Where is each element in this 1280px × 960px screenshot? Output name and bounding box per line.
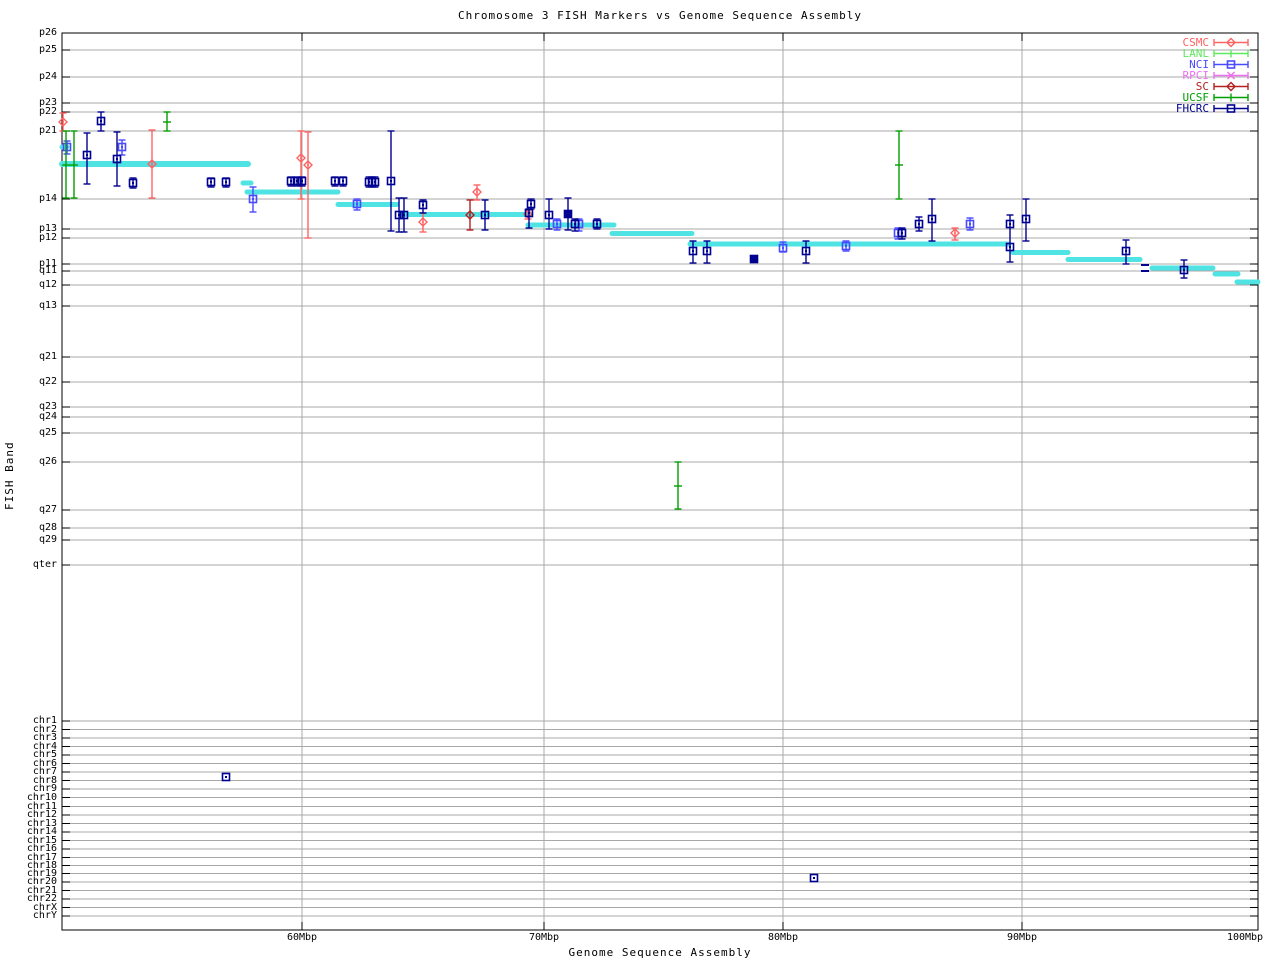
x-tick-label-70Mbp: 70Mbp <box>528 932 560 943</box>
legend-marker-rpci <box>1213 71 1249 80</box>
data-point-fhcrc-29-dot <box>901 232 903 234</box>
data-point-fhcrc-0-dot <box>86 154 88 156</box>
y-tick-label-q28: q28 <box>38 522 57 533</box>
x-axis-title: Genome Sequence Assembly <box>568 946 752 959</box>
y-tick-label-q27: q27 <box>38 504 57 515</box>
data-point-nci-3-dot <box>356 203 358 205</box>
data-point-fhcrc-35-dot <box>1125 250 1127 252</box>
data-point-fhcrc-34-dot <box>1025 218 1027 220</box>
y-tick-label-qter: qter <box>32 559 57 570</box>
data-point-nci-6-dot <box>782 247 784 249</box>
y-axis-title: FISH Band <box>3 441 16 510</box>
data-point-nci-1-dot <box>121 146 123 148</box>
data-point-csmc-1-dot <box>151 163 153 165</box>
y-tick-label-p14: p14 <box>38 193 57 204</box>
data-point-fhcrc-39-dot <box>225 776 227 778</box>
data-point-nci-4-dot <box>556 223 558 225</box>
y-tick-label-q13: q13 <box>38 300 57 311</box>
data-point-fhcrc-1-dot <box>100 120 102 122</box>
data-point-nci-2-dot <box>252 198 254 200</box>
data-point-fhcrc-6-dot <box>290 180 292 182</box>
legend-label-fhcrc: FHCRC <box>1175 102 1209 115</box>
data-point-fhcrc-24-dot <box>596 223 598 225</box>
data-point-fhcrc-17-dot <box>422 204 424 206</box>
chart-title: Chromosome 3 FISH Markers vs Genome Sequ… <box>458 9 862 22</box>
data-point-csmc-7-dot <box>954 232 956 234</box>
y-tick-label-p22: p22 <box>38 106 57 117</box>
data-point-sc-0-dot <box>469 214 471 216</box>
legend-marker-csmc <box>1213 37 1249 48</box>
data-point-csmc-5-dot <box>476 191 478 193</box>
data-point-nci-9-dot <box>969 223 971 225</box>
data-point-fhcrc-23-dot <box>574 223 576 225</box>
legend-item-fhcrc: FHCRC <box>1176 103 1250 114</box>
data-point-fhcrc-3-dot <box>132 182 134 184</box>
data-point-csmc-3-dot <box>307 164 309 166</box>
data-point-fhcrc-16-dot <box>403 214 405 216</box>
y-tick-label-q24: q24 <box>38 411 57 422</box>
data-point-fhcrc-31-dot <box>931 218 933 220</box>
y-tick-label-p24: p24 <box>38 71 57 82</box>
data-point-fhcrc-13-dot <box>374 181 376 183</box>
x-tick-label-60Mbp: 60Mbp <box>286 932 318 943</box>
chart-figure: Chromosome 3 FISH Markers vs Genome Sequ… <box>0 0 1280 960</box>
data-point-fhcrc-22 <box>563 209 573 219</box>
data-point-fhcrc-33-dot <box>1009 246 1011 248</box>
data-point-fhcrc-25-dot <box>692 250 694 252</box>
data-point-nci-7-dot <box>845 245 847 247</box>
plot-area <box>58 32 1261 931</box>
y-tick-label-p25: p25 <box>38 44 57 55</box>
legend-marker-nci <box>1213 60 1249 69</box>
y-tick-label-chrY: chrY <box>32 910 57 921</box>
data-point-fhcrc-19-dot <box>530 203 532 205</box>
data-point-fhcrc-20-dot <box>528 212 530 214</box>
data-point-fhcrc-38-dot <box>1183 269 1185 271</box>
plot-border <box>61 32 1259 931</box>
data-point-fhcrc-27 <box>749 254 759 264</box>
y-tick-label-p21: p21 <box>38 125 57 136</box>
x-tick-label-100Mbp: 100Mbp <box>1226 932 1264 943</box>
y-tick-label-q12: q12 <box>38 279 57 290</box>
legend-marker-sc <box>1213 81 1249 92</box>
data-point-fhcrc-30-dot <box>918 223 920 225</box>
data-point-fhcrc-28-dot <box>805 250 807 252</box>
y-tick-label-q25: q25 <box>38 427 57 438</box>
data-point-fhcrc-2-dot <box>116 158 118 160</box>
legend-marker-ucsf <box>1213 93 1249 102</box>
data-point-csmc-2-dot <box>300 157 302 159</box>
data-point-fhcrc-10-dot <box>342 180 344 182</box>
x-tick-label-90Mbp: 90Mbp <box>1006 932 1038 943</box>
y-tick-label-p12: p12 <box>38 232 57 243</box>
data-point-fhcrc-14-dot <box>390 180 392 182</box>
y-tick-label-q11: q11 <box>38 265 57 276</box>
legend-marker-lanl <box>1213 49 1249 58</box>
legend-marker-fhcrc <box>1213 104 1249 113</box>
y-tick-label-p26: p26 <box>38 27 57 38</box>
data-point-fhcrc-8-dot <box>301 180 303 182</box>
y-tick-label-q26: q26 <box>38 456 57 467</box>
legend-item-rpci: RPCI <box>1183 70 1251 81</box>
y-tick-label-q29: q29 <box>38 534 57 545</box>
data-point-fhcrc-5-dot <box>225 181 227 183</box>
x-tick-label-80Mbp: 80Mbp <box>767 932 799 943</box>
y-tick-label-q22: q22 <box>38 376 57 387</box>
data-point-fhcrc-26-dot <box>706 250 708 252</box>
data-point-fhcrc-32-dot <box>1009 223 1011 225</box>
y-tick-label-q21: q21 <box>38 351 57 362</box>
data-point-csmc-0-dot <box>62 121 64 123</box>
data-point-csmc-4-dot <box>422 221 424 223</box>
data-point-fhcrc-4-dot <box>210 181 212 183</box>
data-point-fhcrc-40-dot <box>813 877 815 879</box>
data-point-fhcrc-18-dot <box>484 214 486 216</box>
data-point-fhcrc-21-dot <box>548 214 550 216</box>
data-point-fhcrc-9-dot <box>334 180 336 182</box>
